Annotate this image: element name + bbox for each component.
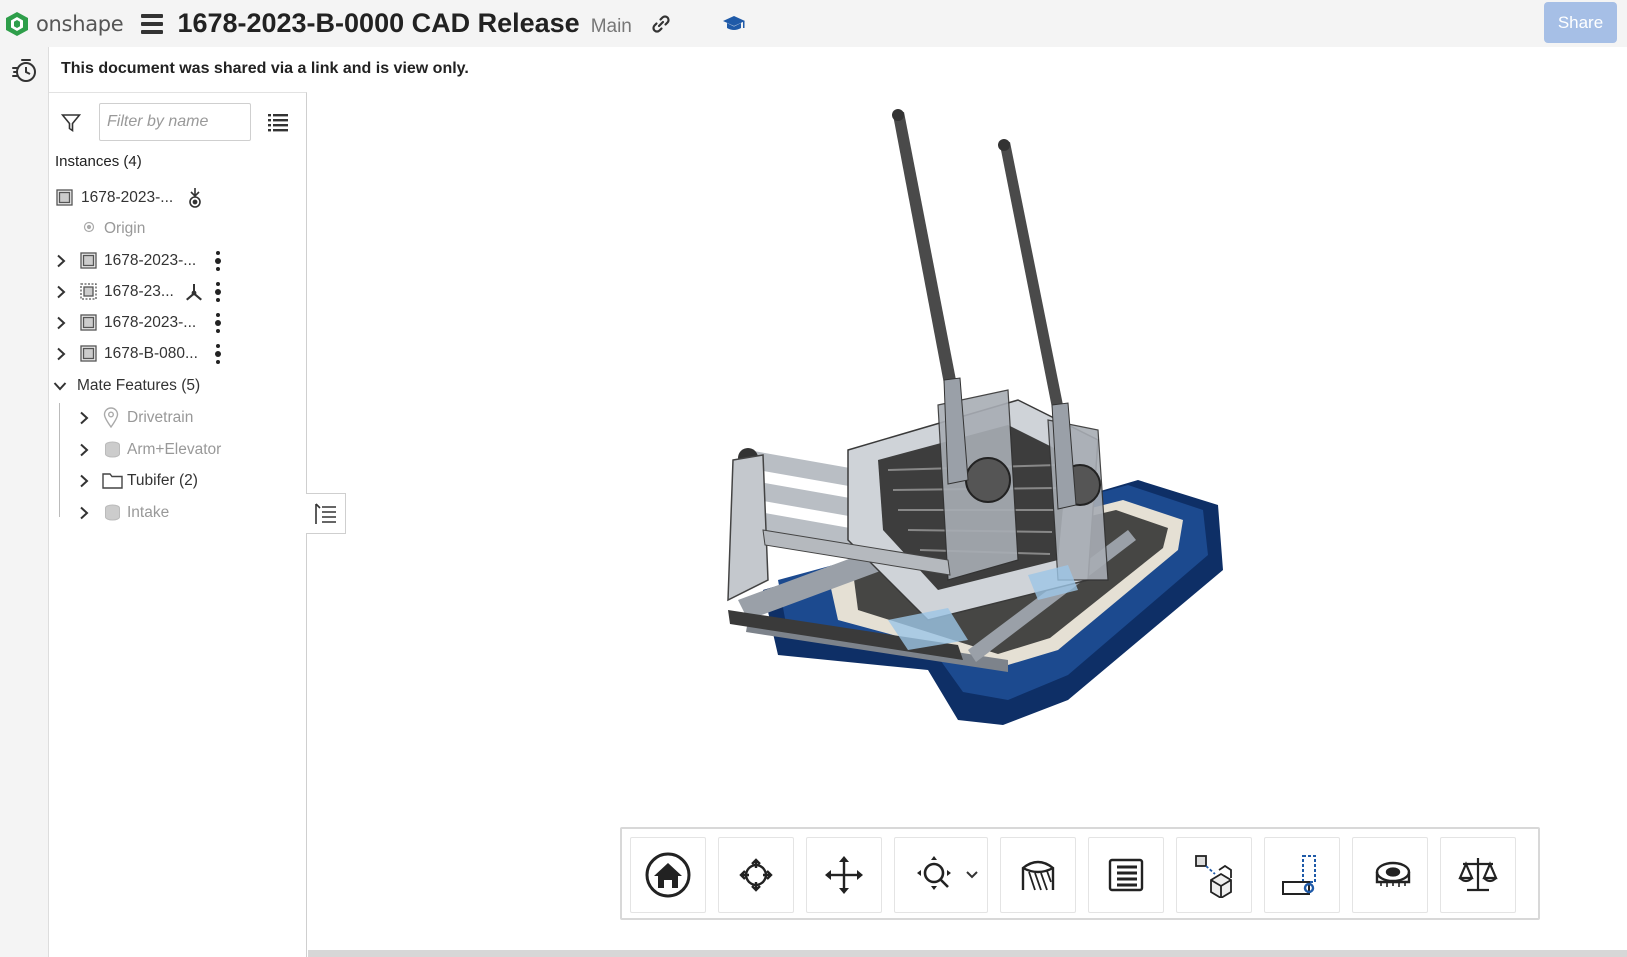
group-icon	[105, 504, 120, 521]
home-view-button[interactable]	[630, 837, 706, 913]
assembly-icon	[80, 283, 97, 300]
folder-icon	[102, 473, 123, 489]
rotate-icon	[739, 858, 773, 892]
document-title[interactable]: 1678-2023-B-0000 CAD Release	[177, 8, 579, 39]
kebab-menu-icon[interactable]	[215, 251, 221, 271]
chevron-right-icon[interactable]	[54, 347, 68, 361]
mate-label: Arm+Elevator	[127, 441, 222, 458]
chevron-down-icon[interactable]	[53, 379, 67, 393]
kebab-menu-icon[interactable]	[215, 344, 221, 364]
branch-label[interactable]: Main	[591, 16, 632, 38]
left-strip	[0, 47, 49, 957]
chevron-right-icon[interactable]	[54, 254, 68, 268]
mass-properties-button[interactable]	[1440, 837, 1516, 913]
chevron-right-icon[interactable]	[77, 411, 91, 425]
history-icon[interactable]	[11, 57, 38, 84]
mate-label: Tubifer (2)	[127, 472, 198, 489]
named-views-button[interactable]	[1088, 837, 1164, 913]
kebab-menu-icon[interactable]	[215, 282, 221, 302]
onshape-logo-icon	[6, 11, 28, 36]
rotate-button[interactable]	[718, 837, 794, 913]
part-studio-icon	[80, 345, 97, 362]
chevron-right-icon[interactable]	[54, 285, 68, 299]
mate-row[interactable]: Tubifer (2)	[49, 466, 306, 496]
mate-features-header: Mate Features (5)	[77, 377, 201, 394]
mate-connector-icon	[186, 284, 202, 301]
instance-row[interactable]: 1678-23...	[49, 277, 306, 307]
app-name: onshape	[36, 11, 124, 36]
instance-list-panel: Instances (4) 1678-2023-... Origin 1678-…	[49, 92, 307, 957]
instance-row[interactable]: 1678-2023-...	[49, 308, 306, 338]
instance-label: 1678-B-080...	[104, 345, 198, 362]
explode-button[interactable]	[1176, 837, 1252, 913]
section-view-button[interactable]	[1000, 837, 1076, 913]
zoom-button[interactable]	[894, 837, 988, 913]
filter-input[interactable]	[99, 103, 251, 141]
link-icon[interactable]	[650, 13, 672, 35]
pan-icon	[825, 856, 863, 894]
chevron-right-icon[interactable]	[77, 474, 91, 488]
instance-row[interactable]: 1678-2023-...	[49, 246, 306, 276]
origin-icon	[83, 221, 95, 233]
chevron-right-icon[interactable]	[77, 443, 91, 457]
list-view-toggle-icon[interactable]	[267, 111, 289, 133]
measure-button[interactable]	[1352, 837, 1428, 913]
share-button[interactable]: Share	[1544, 2, 1617, 43]
bottom-scrollbar[interactable]	[308, 950, 1627, 957]
graphics-viewport[interactable]	[308, 60, 1627, 950]
instance-label: 1678-2023-...	[81, 189, 174, 206]
top-bar: onshape 1678-2023-B-0000 CAD Release Mai…	[0, 0, 1627, 47]
list-view-icon	[1108, 858, 1144, 892]
explode-icon	[1195, 855, 1232, 898]
mate-connector-icon	[1282, 855, 1316, 895]
section-view-icon	[1021, 860, 1055, 891]
instances-header: Instances (4)	[55, 153, 142, 170]
mate-features-header-row[interactable]: Mate Features (5)	[49, 371, 306, 401]
origin-label: Origin	[104, 220, 146, 237]
robot-model[interactable]	[308, 60, 1627, 950]
onshape-logo[interactable]: onshape	[4, 11, 124, 37]
chevron-down-icon[interactable]	[965, 870, 979, 880]
mate-row[interactable]: Arm+Elevator	[49, 435, 306, 465]
measure-icon	[1375, 861, 1411, 887]
filter-icon[interactable]	[61, 113, 81, 133]
menu-icon[interactable]	[141, 13, 164, 34]
kebab-menu-icon[interactable]	[215, 313, 221, 333]
learning-center-icon[interactable]	[722, 13, 746, 35]
instance-row[interactable]: 1678-B-080...	[49, 339, 306, 369]
instance-label: 1678-2023-...	[104, 252, 197, 269]
fixed-icon	[189, 188, 201, 208]
mate-connector-button[interactable]	[1264, 837, 1340, 913]
part-studio-icon	[80, 314, 97, 331]
chevron-right-icon[interactable]	[54, 316, 68, 330]
mate-row[interactable]: Drivetrain	[49, 403, 306, 433]
mass-properties-icon	[1458, 858, 1498, 892]
view-toolbar	[620, 827, 1540, 920]
mate-label: Intake	[127, 504, 170, 521]
group-icon	[105, 441, 120, 458]
chevron-right-icon[interactable]	[77, 506, 91, 520]
instance-label: 1678-2023-...	[104, 314, 197, 331]
part-studio-icon	[80, 252, 97, 269]
instance-label: 1678-23...	[104, 283, 174, 300]
instance-row[interactable]: 1678-2023-...	[49, 183, 306, 213]
origin-row[interactable]: Origin	[49, 214, 306, 244]
part-studio-icon	[56, 189, 73, 206]
pan-button[interactable]	[806, 837, 882, 913]
pin-icon	[103, 407, 119, 428]
home-view-icon	[645, 852, 691, 898]
mate-row[interactable]: Intake	[49, 498, 306, 528]
zoom-icon	[917, 856, 951, 890]
mate-label: Drivetrain	[127, 409, 194, 426]
